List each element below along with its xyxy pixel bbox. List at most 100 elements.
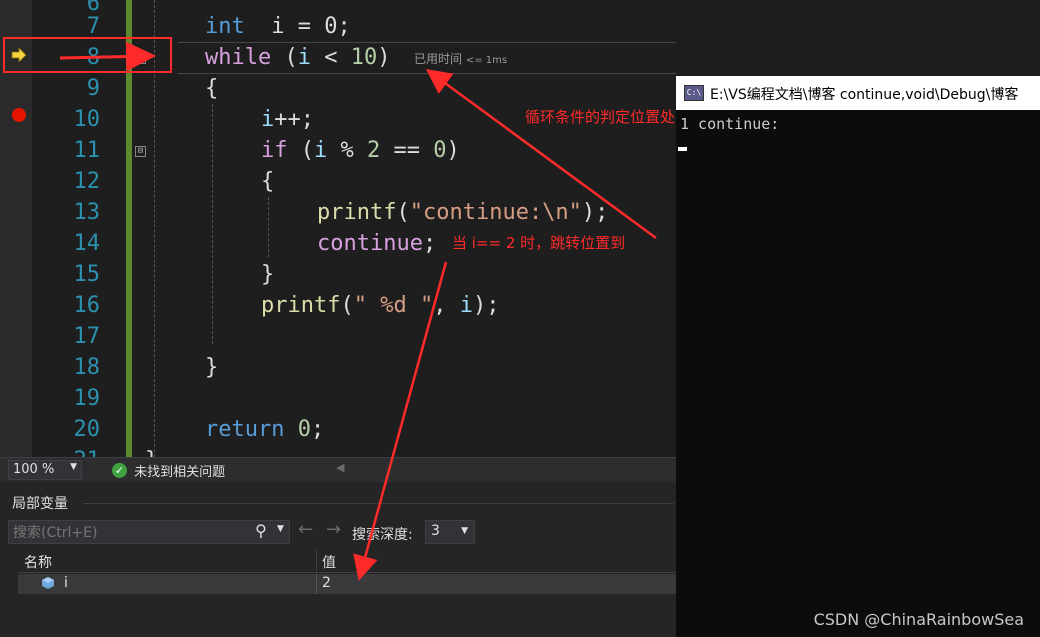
code-line-10[interactable]: i++;	[261, 104, 314, 135]
code-text: (	[271, 45, 298, 70]
code-line-11[interactable]: if (i % 2 == 0)	[261, 135, 460, 166]
code-text: );	[472, 293, 500, 318]
search-depth-label: 搜索深度:	[352, 527, 413, 543]
keyword: while	[205, 45, 272, 70]
console-window[interactable]: 1 continue: CSDN @ChinaRainbowSea	[676, 76, 1040, 637]
code-line-21[interactable]: }	[145, 445, 158, 457]
code-line-8[interactable]: while (i < 10)	[205, 42, 390, 73]
elapsed-time-perftip[interactable]: 已用时间 <= 1ms	[414, 50, 507, 67]
back-arrow-icon[interactable]: ←	[298, 519, 313, 540]
code-line-13[interactable]: printf("continue:\n");	[317, 197, 608, 228]
chevron-down-icon: ▼	[70, 462, 77, 472]
code-text: );	[581, 200, 609, 225]
issues-indicator[interactable]: ✓ 未找到相关问题	[112, 461, 225, 480]
line-number: 11	[73, 138, 101, 163]
number-literal: 10	[350, 45, 378, 70]
watermark: CSDN @ChinaRainbowSea	[813, 610, 1024, 629]
column-header-value[interactable]: 值	[322, 552, 336, 572]
variable: i	[297, 45, 311, 70]
code-editor[interactable]: 6 7 8 9 10 11 12 13 14 15 16 17 18 19 20…	[0, 0, 676, 457]
elapsed-label: 已用时间	[414, 52, 463, 66]
forward-arrow-icon[interactable]: →	[326, 519, 341, 540]
console-title: E:\VS编程文档\博客 continue,void\Debug\博客	[710, 87, 1019, 103]
code-text: (	[340, 293, 354, 318]
code-line-16[interactable]: printf(" %d ", i);	[261, 290, 499, 321]
variable-value[interactable]: 2	[322, 575, 331, 591]
line-number: 13	[73, 200, 101, 225]
code-line-18[interactable]: }	[205, 352, 218, 383]
code-text: ;	[422, 231, 437, 256]
code-text: i = 0;	[244, 14, 351, 39]
code-line-15[interactable]: }	[261, 259, 274, 290]
column-divider[interactable]	[316, 550, 317, 572]
code-line-12[interactable]: {	[261, 166, 274, 197]
code-text: {	[261, 169, 275, 194]
line-number: 19	[73, 386, 101, 411]
number-literal: 2	[367, 138, 381, 163]
console-cursor	[678, 147, 687, 151]
code-text: ;	[310, 417, 325, 442]
panel-title-divider	[84, 503, 674, 504]
elapsed-value: <= 1ms	[465, 55, 508, 66]
line-number: 14	[73, 231, 101, 256]
code-text: )	[377, 45, 391, 70]
code-text: <	[310, 45, 351, 70]
code-text: ==	[380, 138, 434, 163]
search-input[interactable]	[11, 522, 251, 544]
chevron-down-icon: ▼	[461, 526, 468, 536]
code-text: (	[396, 200, 410, 225]
search-box[interactable]: ⚲ ▼	[8, 520, 290, 544]
column-divider	[316, 574, 317, 594]
zoom-value: 100 %	[13, 462, 55, 477]
code-text: %	[327, 138, 367, 163]
console-app-icon: C:\	[684, 85, 704, 101]
line-number: 18	[73, 355, 101, 380]
line-number: 16	[73, 293, 101, 318]
string-literal: " %d "	[353, 293, 434, 318]
indent-guide	[268, 197, 269, 257]
variable-name: i	[64, 575, 68, 591]
code-text: {	[205, 76, 219, 101]
editor-status-bar: 100 % ▼ ✓ 未找到相关问题 ◀	[0, 457, 676, 483]
check-circle-icon: ✓	[112, 463, 127, 478]
number-literal: 0	[433, 138, 447, 163]
scroll-left-icon[interactable]: ◀	[336, 461, 344, 474]
annotation-loop-condition: 循环条件的判定位置处	[525, 108, 676, 126]
collapse-toggle-icon[interactable]: ⊟	[135, 146, 146, 157]
code-text: }	[261, 262, 275, 287]
code-line-9[interactable]: {	[205, 73, 218, 104]
console-output: 1 continue:	[680, 115, 780, 133]
variable-cube-icon	[42, 577, 54, 589]
locals-table-header: 名称 值	[18, 550, 676, 573]
keyword: return	[205, 417, 285, 442]
number-literal: 0	[297, 417, 311, 442]
console-title-bar[interactable]: C:\ E:\VS编程文档\博客 continue,void\Debug\博客	[676, 76, 1040, 110]
table-row[interactable]: i 2	[18, 574, 676, 594]
variable: i	[459, 293, 473, 318]
code-line-20[interactable]: return 0;	[205, 414, 324, 445]
breakpoint-icon[interactable]	[12, 108, 26, 122]
annotation-highlight-box	[3, 37, 172, 73]
code-text: (	[287, 138, 314, 163]
line-number: 10	[73, 107, 101, 132]
keyword: int	[205, 14, 245, 39]
zoom-dropdown[interactable]: 100 % ▼	[8, 460, 82, 480]
string-literal: "continue:\n"	[409, 200, 582, 225]
line-number: 21	[48, 445, 101, 457]
code-text: }	[205, 355, 219, 380]
search-icon[interactable]: ⚲	[255, 521, 267, 540]
code-text: }	[145, 448, 158, 457]
code-text: )	[446, 138, 460, 163]
code-line-14[interactable]: continue;	[317, 228, 436, 259]
code-line-7[interactable]: int i = 0;	[205, 11, 351, 42]
chevron-down-icon[interactable]: ▼	[277, 524, 284, 534]
search-depth-dropdown[interactable]: 3 ▼	[425, 520, 475, 544]
indent-guide	[212, 104, 213, 344]
line-number: 12	[73, 169, 101, 194]
column-header-name[interactable]: 名称	[24, 552, 52, 572]
annotation-jump-note: 当 i== 2 时，跳转位置到	[452, 234, 626, 252]
keyword: continue	[317, 231, 423, 256]
locals-panel: 局部变量 ⚲ ▼ ← → 搜索深度: 3 ▼ 名称 值 i 2	[0, 482, 676, 637]
line-number: 17	[73, 324, 101, 349]
